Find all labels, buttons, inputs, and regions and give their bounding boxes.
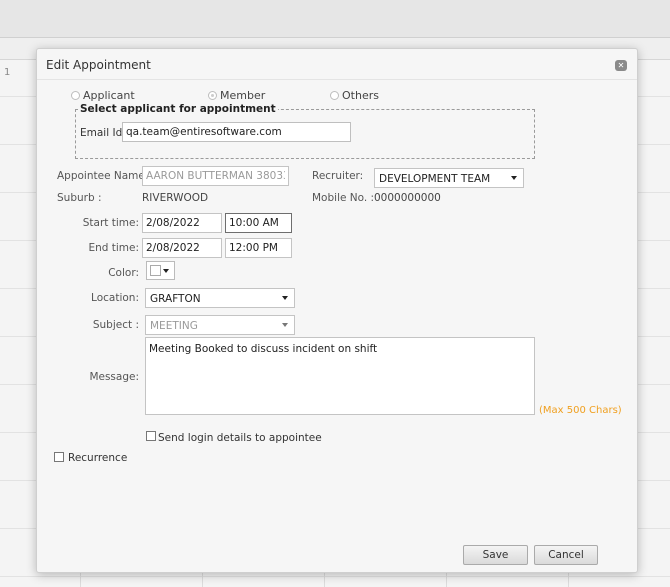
message-textarea[interactable]: Meeting Booked to discuss incident on sh… xyxy=(145,337,535,415)
start-time-label: Start time: xyxy=(82,217,139,229)
email-field[interactable] xyxy=(122,122,351,142)
radio-circle-icon[interactable] xyxy=(71,91,80,100)
mobile-label: Mobile No. : xyxy=(312,192,375,204)
recruiter-select[interactable]: DEVELOPMENT TEAM xyxy=(374,168,524,188)
location-select[interactable]: GRAFTON xyxy=(145,288,295,308)
radio-others[interactable]: Others xyxy=(330,89,379,102)
radio-circle-selected-icon[interactable] xyxy=(208,91,217,100)
recurrence-checkbox[interactable] xyxy=(54,452,64,462)
appointee-name-field[interactable] xyxy=(142,166,289,186)
end-time-label: End time: xyxy=(88,242,139,254)
send-login-label: Send login details to appointee xyxy=(158,432,322,444)
start-time-field[interactable] xyxy=(225,213,292,233)
location-value: GRAFTON xyxy=(150,293,201,305)
max-chars-note: (Max 500 Chars) xyxy=(539,405,622,416)
color-swatch xyxy=(150,265,161,276)
chevron-down-icon xyxy=(282,296,288,300)
select-applicant-group: Select applicant for appointment Email I… xyxy=(75,103,535,159)
recruiter-label: Recruiter: xyxy=(312,170,364,182)
suburb-label: Suburb : xyxy=(57,192,102,204)
radio-member[interactable]: Member xyxy=(208,89,265,102)
radio-circle-icon[interactable] xyxy=(330,91,339,100)
end-date-field[interactable] xyxy=(142,238,222,258)
message-label: Message: xyxy=(89,371,139,383)
title-divider xyxy=(37,79,637,80)
send-login-checkbox[interactable] xyxy=(146,431,156,441)
radio-applicant[interactable]: Applicant xyxy=(71,89,135,102)
radio-member-label: Member xyxy=(220,89,266,102)
location-label: Location: xyxy=(91,292,139,304)
radio-others-label: Others xyxy=(342,89,379,102)
calendar-toolbar xyxy=(0,0,670,38)
chevron-down-icon xyxy=(163,269,169,273)
radio-applicant-label: Applicant xyxy=(83,89,135,102)
appointee-name-label: Appointee Name: xyxy=(57,170,149,182)
cancel-button[interactable]: Cancel xyxy=(534,545,598,565)
select-applicant-legend: Select applicant for appointment xyxy=(78,103,278,115)
end-time-field[interactable] xyxy=(225,238,292,258)
email-label: Email Id: xyxy=(80,127,126,139)
suburb-value: RIVERWOOD xyxy=(142,192,209,204)
subject-value: MEETING xyxy=(150,320,198,332)
edit-appointment-dialog: Edit Appointment ✕ Applicant Member Othe… xyxy=(36,48,638,573)
save-button[interactable]: Save xyxy=(463,545,528,565)
start-date-field[interactable] xyxy=(142,213,222,233)
color-picker[interactable] xyxy=(146,261,175,280)
chevron-down-icon xyxy=(511,176,517,180)
chevron-down-icon xyxy=(282,323,288,327)
mobile-value: 0000000000 xyxy=(374,192,441,204)
recruiter-value: DEVELOPMENT TEAM xyxy=(379,173,491,185)
subject-select[interactable]: MEETING xyxy=(145,315,295,335)
recurrence-label: Recurrence xyxy=(68,452,128,464)
color-label: Color: xyxy=(108,267,139,279)
calendar-row-number: 1 xyxy=(4,67,11,78)
close-icon[interactable]: ✕ xyxy=(615,60,627,71)
subject-label: Subject : xyxy=(92,319,139,331)
dialog-title: Edit Appointment xyxy=(46,58,151,72)
